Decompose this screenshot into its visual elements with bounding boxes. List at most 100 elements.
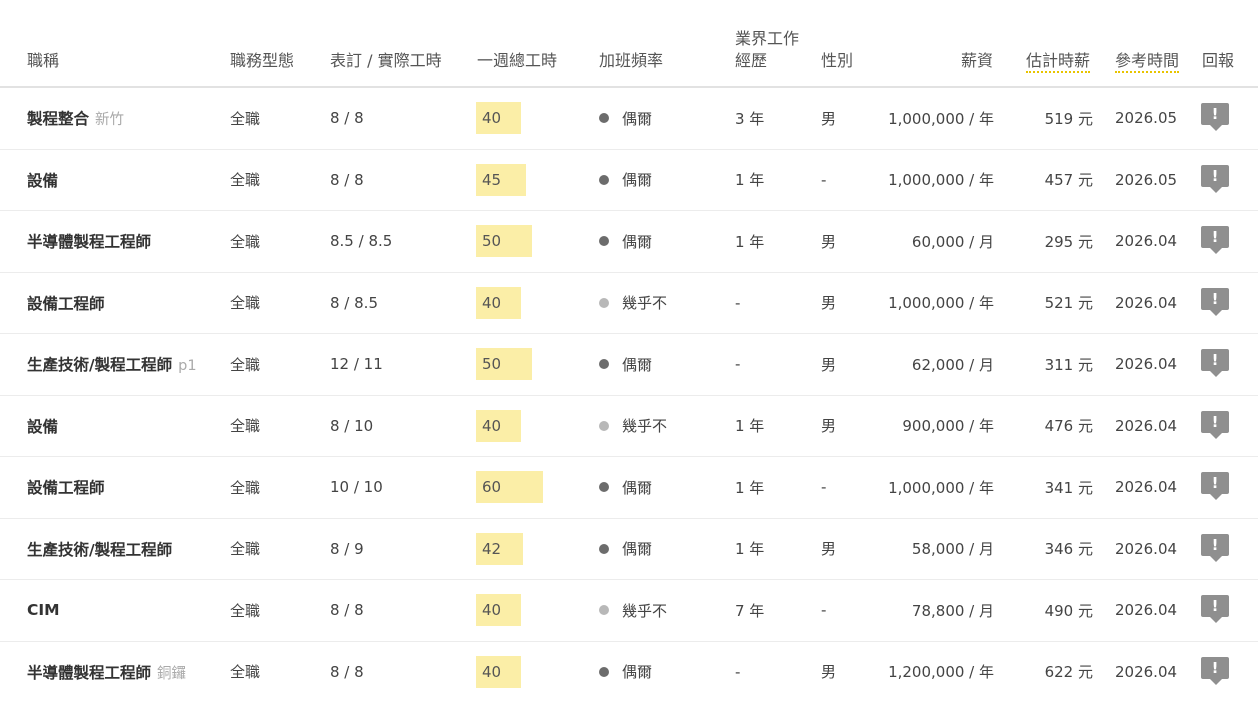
weekly-hours-cell: 40 — [476, 273, 521, 334]
job-title-cell[interactable]: 製程整合 新竹 — [27, 88, 124, 149]
report-icon[interactable]: ! — [1201, 472, 1229, 502]
header-ref-time[interactable]: 參考時間 — [1115, 50, 1180, 73]
job-title[interactable]: 設備工程師 — [27, 292, 105, 314]
job-title-cell[interactable]: 生產技術/製程工程師 p1 — [27, 334, 197, 395]
job-title[interactable]: 設備工程師 — [27, 476, 105, 498]
overtime-frequency: 偶爾 — [622, 232, 653, 251]
header-job-type[interactable]: 職務型態 — [230, 50, 294, 72]
experience: - — [735, 293, 741, 312]
header-experience[interactable]: 業界工作經歷 — [735, 28, 811, 72]
overtime-frequency: 偶爾 — [622, 355, 653, 374]
report-cell[interactable]: ! — [1201, 334, 1229, 395]
report-cell[interactable]: ! — [1201, 273, 1229, 334]
table-row[interactable]: 生產技術/製程工程師 p1 全職 12 / 11 50 偶爾 - 男 62,000… — [0, 334, 1258, 396]
report-cell[interactable]: ! — [1201, 211, 1229, 272]
report-cell[interactable]: ! — [1201, 580, 1229, 641]
report-icon[interactable]: ! — [1201, 287, 1229, 318]
reference-time: 2026.04 — [1115, 232, 1178, 251]
weekly-hours-cell: 40 — [476, 642, 521, 702]
weekly-hours-cell: 50 — [476, 211, 532, 272]
header-salary[interactable]: 薪資 — [900, 50, 993, 72]
gender: 男 — [821, 355, 837, 374]
job-title-cell[interactable]: 半導體製程工程師 銅鑼 — [27, 642, 186, 702]
overtime-frequency: 偶爾 — [622, 109, 653, 128]
report-icon[interactable]: ! — [1201, 226, 1229, 256]
job-title-cell[interactable]: 設備工程師 — [27, 273, 105, 334]
header-overtime[interactable]: 加班頻率 — [599, 50, 663, 72]
overtime-frequency: 偶爾 — [622, 478, 653, 497]
report-icon[interactable]: ! — [1201, 103, 1229, 133]
table-header: 職稱 職務型態 表訂 / 實際工時 一週總工時 加班頻率 業界工作經歷 性別 薪… — [0, 0, 1258, 88]
hourly-wage: 476 元 — [1044, 417, 1093, 436]
report-cell[interactable]: ! — [1201, 150, 1229, 211]
weekly-hours: 40 — [482, 109, 502, 128]
job-title-cell[interactable]: CIM — [27, 580, 60, 641]
table-row[interactable]: 生產技術/製程工程師 全職 8 / 9 42 偶爾 1 年 男 58,000 /… — [0, 519, 1258, 580]
reference-time: 2026.05 — [1115, 170, 1178, 189]
job-type: 全職 — [230, 355, 261, 374]
table-row[interactable]: 設備工程師 全職 8 / 8.5 40 幾乎不 - 男 1,000,000 / … — [0, 273, 1258, 334]
experience: 1 年 — [735, 232, 765, 251]
overtime-frequency: 偶爾 — [622, 540, 653, 559]
weekly-hours-bar: 40 — [476, 102, 521, 135]
job-title-cell[interactable]: 設備工程師 — [27, 457, 105, 518]
job-title[interactable]: 設備 — [27, 415, 58, 437]
weekly-hours-bar: 40 — [476, 286, 521, 319]
weekly-hours-cell: 42 — [476, 519, 523, 580]
job-title[interactable]: 半導體製程工程師 銅鑼 — [27, 661, 186, 683]
experience: - — [735, 355, 741, 374]
report-icon[interactable]: ! — [1201, 164, 1229, 195]
report-cell[interactable]: ! — [1201, 88, 1229, 149]
job-type: 全職 — [230, 109, 261, 128]
job-type: 全職 — [230, 663, 261, 682]
weekly-hours: 60 — [482, 478, 502, 497]
hourly-wage: 341 元 — [1044, 478, 1093, 497]
report-cell[interactable]: ! — [1201, 457, 1229, 518]
table-row[interactable]: 半導體製程工程師 全職 8.5 / 8.5 50 偶爾 1 年 男 60,000… — [0, 211, 1258, 273]
report-icon[interactable]: ! — [1201, 656, 1229, 687]
report-icon[interactable]: ! — [1201, 595, 1229, 625]
work-hours: 10 / 10 — [330, 478, 383, 497]
overtime-dot-icon — [599, 666, 609, 677]
table-row[interactable]: CIM 全職 8 / 8 40 幾乎不 7 年 - 78,800 / 月 490… — [0, 580, 1258, 642]
job-title[interactable]: 設備 — [27, 169, 58, 191]
job-title[interactable]: 生產技術/製程工程師 — [27, 538, 172, 560]
header-hourly[interactable]: 估計時薪 — [1026, 50, 1091, 73]
report-cell[interactable]: ! — [1201, 642, 1229, 702]
overtime-dot-icon — [599, 174, 609, 185]
job-location: 新竹 — [95, 112, 125, 129]
overtime-cell: 偶爾 — [599, 642, 652, 702]
weekly-hours-cell: 45 — [476, 150, 526, 211]
job-title-cell[interactable]: 設備 — [27, 396, 58, 457]
table-row[interactable]: 設備 全職 8 / 10 40 幾乎不 1 年 男 900,000 / 年 47… — [0, 396, 1258, 457]
weekly-hours: 42 — [482, 539, 502, 558]
report-icon[interactable]: ! — [1201, 533, 1229, 564]
report-cell[interactable]: ! — [1201, 396, 1229, 457]
report-icon[interactable]: ! — [1201, 349, 1229, 379]
gender: 男 — [821, 294, 837, 313]
salary: 60,000 / 月 — [911, 232, 994, 251]
report-icon[interactable]: ! — [1201, 410, 1229, 441]
table-row[interactable]: 設備工程師 全職 10 / 10 60 偶爾 1 年 - 1,000,000 /… — [0, 457, 1258, 519]
header-title[interactable]: 職稱 — [27, 50, 59, 72]
weekly-hours-cell: 40 — [476, 580, 521, 641]
gender: - — [821, 170, 827, 189]
overtime-dot-icon — [599, 605, 609, 616]
header-weekly-hours[interactable]: 一週總工時 — [477, 50, 557, 72]
job-title-cell[interactable]: 生產技術/製程工程師 — [27, 519, 172, 580]
table-row[interactable]: 半導體製程工程師 銅鑼 全職 8 / 8 40 偶爾 - 男 1,200,000 … — [0, 642, 1258, 702]
job-title-cell[interactable]: 設備 — [27, 150, 58, 211]
job-title-cell[interactable]: 半導體製程工程師 — [27, 211, 151, 272]
header-hours[interactable]: 表訂 / 實際工時 — [330, 50, 442, 72]
overtime-dot-icon — [599, 482, 609, 493]
job-title[interactable]: 半導體製程工程師 — [27, 230, 151, 252]
job-title[interactable]: 生產技術/製程工程師 p1 — [27, 353, 197, 375]
table-row[interactable]: 製程整合 新竹 全職 8 / 8 40 偶爾 3 年 男 1,000,000 / … — [0, 88, 1258, 150]
job-title[interactable]: 製程整合 新竹 — [27, 107, 124, 129]
report-cell[interactable]: ! — [1201, 519, 1229, 580]
header-gender[interactable]: 性別 — [821, 50, 853, 72]
reference-time: 2026.04 — [1115, 539, 1178, 558]
salary-table: 職稱 職務型態 表訂 / 實際工時 一週總工時 加班頻率 業界工作經歷 性別 薪… — [0, 0, 1258, 702]
table-row[interactable]: 設備 全職 8 / 8 45 偶爾 1 年 - 1,000,000 / 年 45… — [0, 150, 1258, 211]
job-title[interactable]: CIM — [27, 601, 60, 619]
